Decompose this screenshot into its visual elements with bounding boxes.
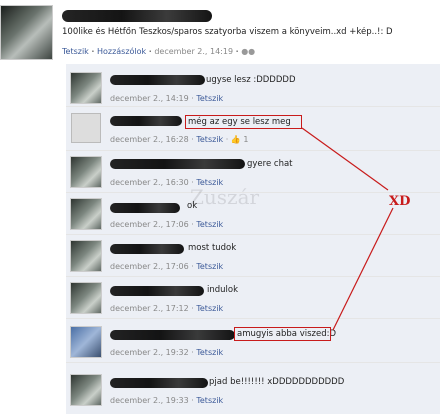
comment-like-link[interactable]: Tetszik — [196, 304, 223, 313]
comment-date: december 2., 16:28 — [110, 135, 189, 144]
thumbs-up-icon[interactable]: 👍 — [231, 135, 241, 144]
commenter-name-redacted — [110, 286, 204, 296]
poster-avatar[interactable] — [0, 5, 53, 60]
comment-item: indulok december 2., 17:12 · Tetszik — [66, 278, 440, 319]
comment-meta: december 2., 14:19 · Tetszik — [110, 94, 224, 103]
comment-date: december 2., 17:06 — [110, 220, 189, 229]
comment-meta: december 2., 19:33 · Tetszik — [110, 396, 224, 405]
post-comment-link[interactable]: Hozzászólok — [97, 47, 146, 56]
commenter-name-redacted — [110, 116, 182, 126]
comment-meta: december 2., 16:28 · Tetszik · 👍 1 — [110, 135, 249, 144]
comment-date: december 2., 19:32 — [110, 348, 189, 357]
post-text: 100like és Hétfőn Teszkos/sparos szatyor… — [62, 27, 393, 37]
post-like-link[interactable]: Tetszik — [62, 47, 89, 56]
highlight-box — [185, 115, 302, 129]
comment-item: pjad be!!!!!!! xDDDDDDDDDDD december 2.,… — [66, 370, 440, 412]
comment-meta: december 2., 19:32 · Tetszik — [110, 348, 224, 357]
comment-date: december 2., 16:30 — [110, 178, 189, 187]
commenter-avatar[interactable] — [70, 374, 102, 406]
comment-date: december 2., 14:19 — [110, 94, 189, 103]
comment-text: pjad be!!!!!!! xDDDDDDDDDDD — [209, 377, 345, 387]
commenter-avatar[interactable] — [70, 282, 102, 314]
commenter-avatar[interactable] — [70, 326, 102, 358]
comment-date: december 2., 17:06 — [110, 262, 189, 271]
comment-like-link[interactable]: Tetszik — [196, 94, 223, 103]
comment-item: amugyis abba viszed:D december 2., 19:32… — [66, 322, 440, 363]
comment-date: december 2., 19:33 — [110, 396, 189, 405]
film-reel-avatar[interactable] — [71, 113, 101, 143]
watermark: Zuszár — [190, 185, 260, 209]
comment-like-link[interactable]: Tetszik — [196, 135, 223, 144]
commenter-avatar[interactable] — [70, 240, 102, 272]
poster-name-redacted — [62, 10, 212, 22]
annotation-label: XD — [389, 194, 411, 209]
commenter-avatar[interactable] — [70, 198, 102, 230]
comment-item: még az egy se lesz meg december 2., 16:2… — [66, 108, 440, 151]
commenter-avatar[interactable] — [70, 156, 102, 188]
commenter-name-redacted — [110, 330, 235, 340]
comment-like-link[interactable]: Tetszik — [196, 348, 223, 357]
comment-text: indulok — [207, 285, 239, 295]
comment-date: december 2., 17:12 — [110, 304, 189, 313]
comment-text: gyere chat — [247, 159, 293, 169]
post-meta: Tetszik · Hozzászólok · december 2., 14:… — [62, 47, 256, 56]
privacy-icon: ●● — [241, 47, 256, 56]
like-count: 1 — [243, 135, 249, 144]
comment-meta: december 2., 17:12 · Tetszik — [110, 304, 224, 313]
comment-item: ugyse lesz :DDDDDD december 2., 14:19 · … — [66, 68, 440, 107]
commenter-name-redacted — [110, 75, 205, 85]
highlight-box — [234, 327, 331, 341]
post-date: december 2., 14:19 — [154, 47, 234, 56]
commenter-name-redacted — [110, 378, 208, 388]
commenter-name-redacted — [110, 203, 180, 213]
commenter-avatar[interactable] — [70, 72, 102, 104]
comment-text: ugyse lesz :DDDDDD — [206, 75, 296, 85]
commenter-name-redacted — [110, 244, 184, 254]
comment-like-link[interactable]: Tetszik — [196, 396, 223, 405]
commenter-name-redacted — [110, 159, 245, 169]
